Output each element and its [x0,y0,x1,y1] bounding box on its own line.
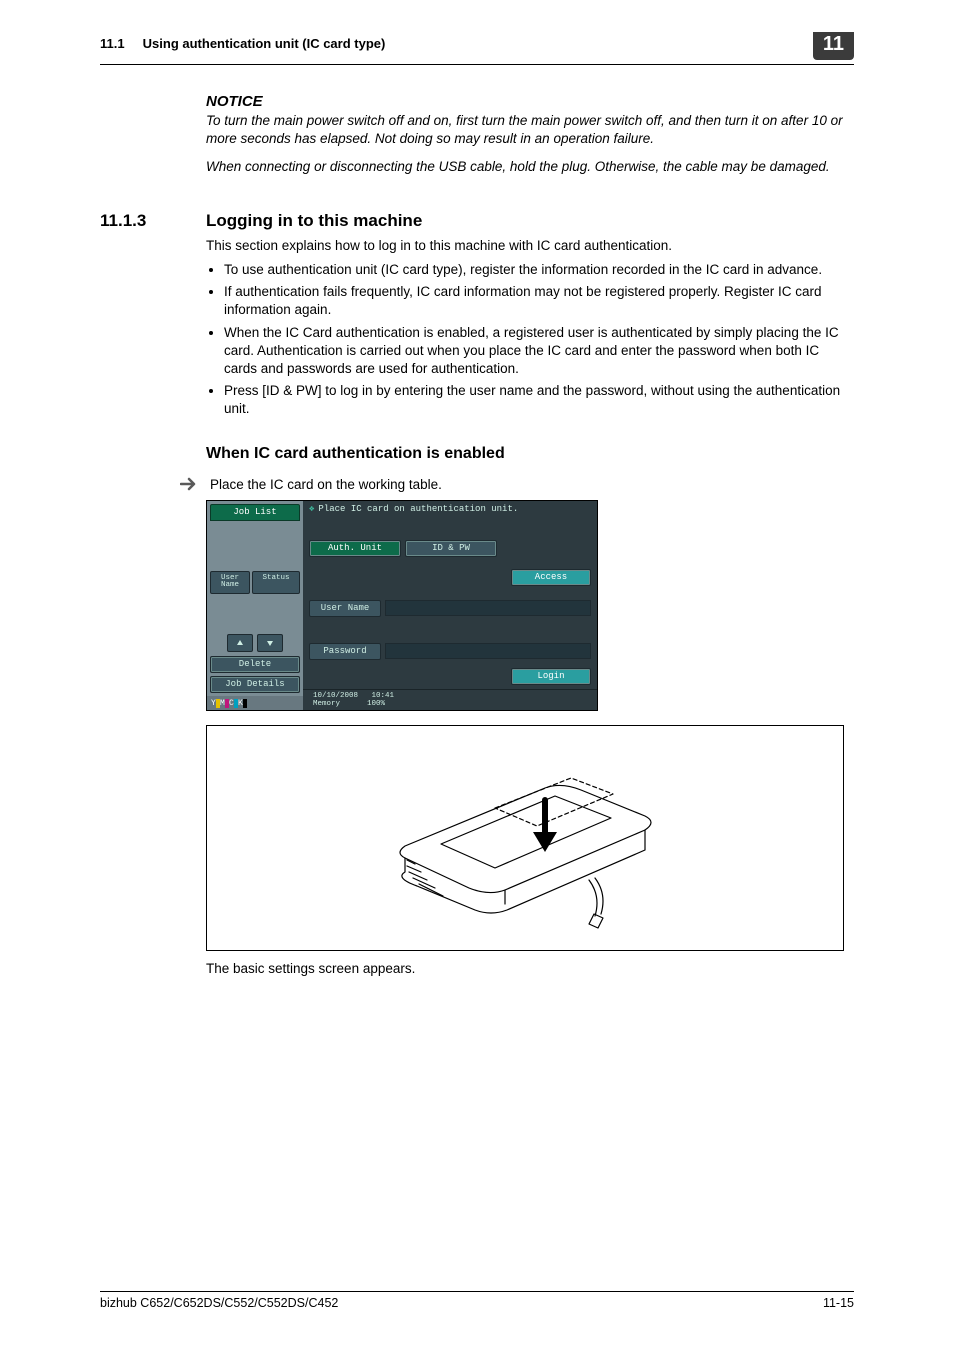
notice-heading: NOTICE [206,93,854,110]
step-text: Place the IC card on the working table. [210,477,442,492]
access-button[interactable]: Access [511,569,591,586]
info-icon: ❖ [309,505,314,514]
section-heading-row: 11.1.3 Logging in to this machine [100,211,854,231]
chapter-number-box: 11 [813,32,854,60]
header-section-title: Using authentication unit (IC card type) [143,36,386,51]
list-item: When the IC Card authentication is enabl… [224,324,854,379]
section-number: 11.1.3 [100,211,206,231]
user-name-field-label: User Name [309,600,381,617]
page-footer: bizhub C652/C652DS/C552/C552DS/C452 11-1… [100,1291,854,1310]
list-item: If authentication fails frequently, IC c… [224,283,854,319]
scroll-down-button[interactable] [257,634,283,652]
section-intro: This section explains how to log in to t… [206,237,854,255]
section-title: Logging in to this machine [206,211,422,231]
id-pw-button[interactable]: ID & PW [405,540,497,557]
footer-model: bizhub C652/C652DS/C552/C552DS/C452 [100,1296,338,1310]
notice-paragraph-1: To turn the main power switch off and on… [206,112,854,148]
status-memory-pct: 100% [367,700,385,708]
notice-paragraph-2: When connecting or disconnecting the USB… [206,158,854,176]
job-details-button[interactable]: Job Details [210,676,300,693]
card-reader-illustration [206,725,844,951]
status-date: 10/10/2008 [313,692,358,700]
running-header: 11.1 Using authentication unit (IC card … [100,36,854,65]
password-field-label: Password [309,643,381,660]
status-memory-label: Memory [313,700,340,708]
scroll-up-button[interactable] [227,634,253,652]
user-name-input[interactable] [385,600,591,616]
login-button[interactable]: Login [511,668,591,685]
subsection-heading: When IC card authentication is enabled [206,445,854,463]
status-time: 10:41 [372,692,395,700]
user-name-column-header: User Name [210,571,250,594]
auth-unit-button[interactable]: Auth. Unit [309,540,401,557]
list-item: To use authentication unit (IC card type… [224,261,854,279]
prompt-text: Place IC card on authentication unit. [318,505,518,514]
delete-button[interactable]: Delete [210,656,300,673]
job-list-tab[interactable]: Job List [210,504,300,521]
section-bullet-list: To use authentication unit (IC card type… [206,261,854,419]
password-input[interactable] [385,643,591,659]
list-item: Press [ID & PW] to log in by entering th… [224,382,854,418]
step-arrow-icon [180,477,200,491]
footer-page-number: 11-15 [823,1296,854,1310]
status-column-header: Status [252,571,300,594]
header-section-ref: 11.1 [100,36,125,51]
control-panel-screenshot: Job List User Name Status Delete Job Det [206,500,598,712]
result-text: The basic settings screen appears. [206,961,854,976]
